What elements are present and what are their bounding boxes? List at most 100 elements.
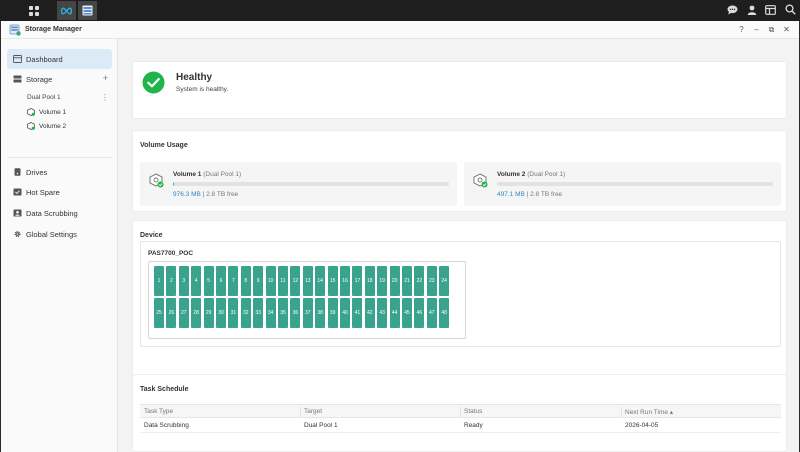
drive-bay-13[interactable]: 13 xyxy=(302,266,313,296)
sidebar-item-volume-2[interactable]: Volume 2 xyxy=(27,122,66,130)
column-separator[interactable] xyxy=(621,407,622,417)
user-icon xyxy=(747,5,756,15)
storage-manager-window: Storage Manager ? – ⧉ ✕ Dashboard Storag… xyxy=(1,21,799,452)
drive-bay-34[interactable]: 34 xyxy=(265,298,276,328)
minimize-button[interactable]: – xyxy=(752,24,761,35)
drive-bay-41[interactable]: 41 xyxy=(352,298,363,328)
volume-usage-text: 497.1 MB | 2.8 TB free xyxy=(497,191,562,198)
taskbar-app-storage-manager[interactable] xyxy=(78,1,97,20)
sidebar-item-drives[interactable]: Drives xyxy=(7,162,112,182)
drive-bay-46[interactable]: 46 xyxy=(414,298,425,328)
drive-bay-42[interactable]: 42 xyxy=(364,298,375,328)
drive-bay-47[interactable]: 47 xyxy=(426,298,437,328)
column-header-target[interactable]: Target xyxy=(304,408,322,415)
window-titlebar[interactable]: Storage Manager ? – ⧉ ✕ xyxy=(1,21,799,39)
drive-bay-45[interactable]: 45 xyxy=(402,298,412,328)
volume-1-card[interactable]: Volume 1 (Dual Pool 1) 976.3 MB | 2.8 TB… xyxy=(140,162,457,206)
drive-bay-16[interactable]: 16 xyxy=(340,266,350,296)
column-header-task-type[interactable]: Task Type xyxy=(144,408,173,415)
drive-bay-6[interactable]: 6 xyxy=(216,266,226,296)
volume-usage-text: 976.3 MB | 2.8 TB free xyxy=(173,191,238,198)
drive-bay-37[interactable]: 37 xyxy=(302,298,313,328)
drive-bay-22[interactable]: 22 xyxy=(414,266,425,296)
drive-bay-4[interactable]: 4 xyxy=(191,266,202,296)
sidebar-item-storage[interactable]: Storage + xyxy=(7,69,112,89)
drive-bay-15[interactable]: 15 xyxy=(327,266,338,296)
sidebar-item-data-scrubbing[interactable]: Data Scrubbing xyxy=(7,203,112,223)
healthy-check-icon xyxy=(142,71,165,94)
drive-bay-23[interactable]: 23 xyxy=(426,266,437,296)
drive-bay-25[interactable]: 25 xyxy=(154,298,164,328)
drive-bay-36[interactable]: 36 xyxy=(290,298,301,328)
volume-2-card[interactable]: Volume 2 (Dual Pool 1) 497.1 MB | 2.8 TB… xyxy=(464,162,781,206)
volume-icon xyxy=(473,173,488,188)
drive-bay-21[interactable]: 21 xyxy=(402,266,412,296)
drive-bay-27[interactable]: 27 xyxy=(178,298,189,328)
column-header-next-run-time[interactable]: Next Run Time ▴ xyxy=(625,408,673,416)
sidebar: Dashboard Storage + Dual Pool 1 ⋮ Volume… xyxy=(1,39,118,452)
sidebar-item-dashboard[interactable]: Dashboard xyxy=(7,49,112,69)
volume-name: Volume 1 (Dual Pool 1) xyxy=(173,171,241,178)
drive-bay-48[interactable]: 48 xyxy=(439,298,450,328)
user-button[interactable] xyxy=(742,0,761,19)
drive-bay-43[interactable]: 43 xyxy=(377,298,388,328)
drive-bay-11[interactable]: 11 xyxy=(278,266,288,296)
drive-bay-35[interactable]: 35 xyxy=(278,298,288,328)
sidebar-item-label: Storage xyxy=(26,74,53,84)
drive-bay-3[interactable]: 3 xyxy=(178,266,189,296)
drive-bay-32[interactable]: 32 xyxy=(240,298,251,328)
usage-bar xyxy=(173,182,449,186)
drive-bay-19[interactable]: 19 xyxy=(377,266,388,296)
drive-bay-12[interactable]: 12 xyxy=(290,266,301,296)
drive-bay-10[interactable]: 10 xyxy=(265,266,276,296)
column-separator[interactable] xyxy=(300,407,301,417)
drive-bay-28[interactable]: 28 xyxy=(191,298,202,328)
volume-name-label: Volume 1 xyxy=(173,171,202,178)
column-separator[interactable] xyxy=(460,407,461,417)
drive-bay-31[interactable]: 31 xyxy=(228,298,239,328)
table-row[interactable]: Data Scrubbing Dual Pool 1 Ready 2026-04… xyxy=(140,419,781,433)
drive-bay-8[interactable]: 8 xyxy=(240,266,251,296)
device-chassis[interactable]: 1 2 3 4 5 6 7 8 9 10 11 12 13 14 15 16 17 18 19 20 21 22 23 24 2… xyxy=(148,261,466,339)
drive-bay-29[interactable]: 29 xyxy=(203,298,214,328)
drive-bay-33[interactable]: 33 xyxy=(253,298,264,328)
drive-bay-9[interactable]: 9 xyxy=(253,266,264,296)
drive-bay-18[interactable]: 18 xyxy=(364,266,375,296)
drive-bay-24[interactable]: 24 xyxy=(439,266,450,296)
sidebar-item-global-settings[interactable]: Global Settings xyxy=(7,224,112,244)
task-schedule-card: Task Schedule Task Type Target Status Ne… xyxy=(132,374,787,452)
drive-bay-2[interactable]: 2 xyxy=(166,266,177,296)
apps-grid-icon xyxy=(28,5,39,16)
sidebar-item-pool[interactable]: Dual Pool 1 xyxy=(27,94,61,101)
volume-icon xyxy=(27,108,35,116)
drive-bay-26[interactable]: 26 xyxy=(166,298,177,328)
close-button[interactable]: ✕ xyxy=(782,24,791,35)
drive-bay-17[interactable]: 17 xyxy=(352,266,363,296)
search-button[interactable] xyxy=(780,0,800,19)
pool-menu-button[interactable]: ⋮ xyxy=(101,93,109,102)
drive-bay-30[interactable]: 30 xyxy=(216,298,226,328)
search-icon xyxy=(784,4,796,15)
column-header-status[interactable]: Status xyxy=(464,408,482,415)
drive-bay-7[interactable]: 7 xyxy=(228,266,239,296)
drive-bay-5[interactable]: 5 xyxy=(203,266,214,296)
add-pool-button[interactable]: + xyxy=(103,73,108,83)
cell-status: Ready xyxy=(464,422,483,429)
sidebar-item-hot-spare[interactable]: Hot Spare xyxy=(7,182,112,202)
drive-bay-20[interactable]: 20 xyxy=(389,266,400,296)
drive-bay-39[interactable]: 39 xyxy=(327,298,338,328)
restore-button[interactable]: ⧉ xyxy=(767,24,776,35)
help-button[interactable]: ? xyxy=(737,24,746,35)
taskbar-app-infinity[interactable] xyxy=(57,1,76,20)
drive-bay-40[interactable]: 40 xyxy=(340,298,350,328)
drive-bay-1[interactable]: 1 xyxy=(154,266,164,296)
drive-bay-44[interactable]: 44 xyxy=(389,298,400,328)
widgets-button[interactable] xyxy=(761,0,780,19)
main-menu-button[interactable] xyxy=(24,1,43,20)
sidebar-item-label: Hot Spare xyxy=(26,187,60,197)
usage-bar xyxy=(497,182,773,186)
sidebar-item-volume-1[interactable]: Volume 1 xyxy=(27,108,66,116)
drive-bay-14[interactable]: 14 xyxy=(315,266,326,296)
drive-bay-38[interactable]: 38 xyxy=(315,298,326,328)
messages-button[interactable] xyxy=(723,0,742,19)
